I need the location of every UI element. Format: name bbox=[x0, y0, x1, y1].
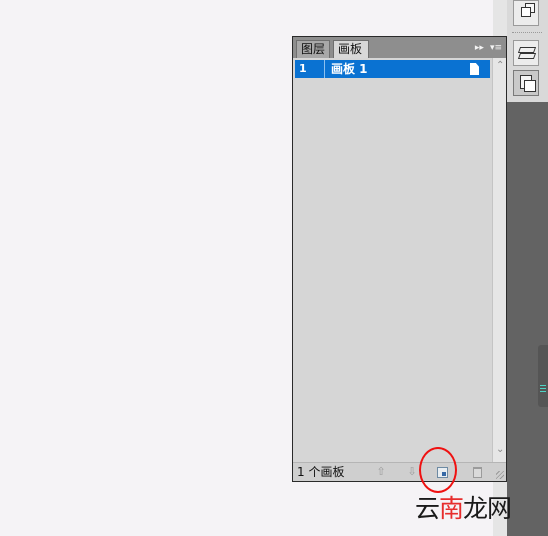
vertical-scrollbar[interactable]: ⌃ ⌄ bbox=[492, 58, 506, 462]
move-down-icon[interactable]: ⇩ bbox=[406, 466, 418, 478]
watermark: 云南龙网 bbox=[415, 494, 512, 524]
list-item[interactable]: 1 画板 1 bbox=[295, 60, 490, 78]
panel-tabbar: 图层 画板 ▸▸ ▾≡ bbox=[293, 37, 506, 58]
artboard-count: 1 个画板 bbox=[297, 465, 345, 479]
document-icon[interactable] bbox=[470, 63, 479, 75]
watermark-char-1: 云 bbox=[415, 494, 440, 523]
panel-tools: ▸▸ ▾≡ bbox=[475, 41, 502, 55]
artboards-icon-front bbox=[524, 80, 536, 92]
artboard-name: 画板 1 bbox=[331, 62, 368, 76]
panel-menu-icon[interactable]: ▾≡ bbox=[490, 41, 502, 55]
annotation-circle bbox=[419, 447, 457, 493]
trash-icon[interactable] bbox=[473, 467, 482, 478]
scroll-up-icon[interactable]: ⌃ bbox=[496, 60, 504, 71]
arrange-documents-button[interactable] bbox=[513, 0, 539, 26]
dock-scroll-grip[interactable] bbox=[538, 345, 548, 407]
resize-grip-icon[interactable] bbox=[496, 471, 504, 479]
watermark-char-2: 南 bbox=[439, 494, 464, 523]
artboards-panel: 图层 画板 ▸▸ ▾≡ 1 画板 1 ⌃ ⌄ 1 个画板 ⇧ ⇩ bbox=[292, 36, 507, 482]
layers-dock-button[interactable] bbox=[513, 40, 539, 66]
artboard-list: 1 画板 1 bbox=[293, 58, 492, 462]
move-up-icon[interactable]: ⇧ bbox=[375, 466, 387, 478]
tab-artboards[interactable]: 画板 bbox=[333, 40, 369, 58]
row-divider bbox=[324, 60, 325, 78]
copy-icon-back bbox=[521, 7, 531, 17]
tab-layers[interactable]: 图层 bbox=[296, 40, 330, 58]
watermark-char-3: 龙网 bbox=[463, 494, 512, 523]
artboard-number: 1 bbox=[299, 62, 307, 75]
scroll-down-icon[interactable]: ⌄ bbox=[496, 444, 504, 455]
collapse-panel-icon[interactable]: ▸▸ bbox=[475, 41, 484, 55]
app-canvas: 图层 画板 ▸▸ ▾≡ 1 画板 1 ⌃ ⌄ 1 个画板 ⇧ ⇩ 云南龙网 bbox=[0, 0, 548, 536]
dock-separator bbox=[512, 32, 542, 35]
panel-footer: 1 个画板 ⇧ ⇩ bbox=[293, 462, 506, 481]
artboards-dock-button[interactable] bbox=[513, 70, 539, 96]
layers-icon bbox=[517, 47, 537, 60]
